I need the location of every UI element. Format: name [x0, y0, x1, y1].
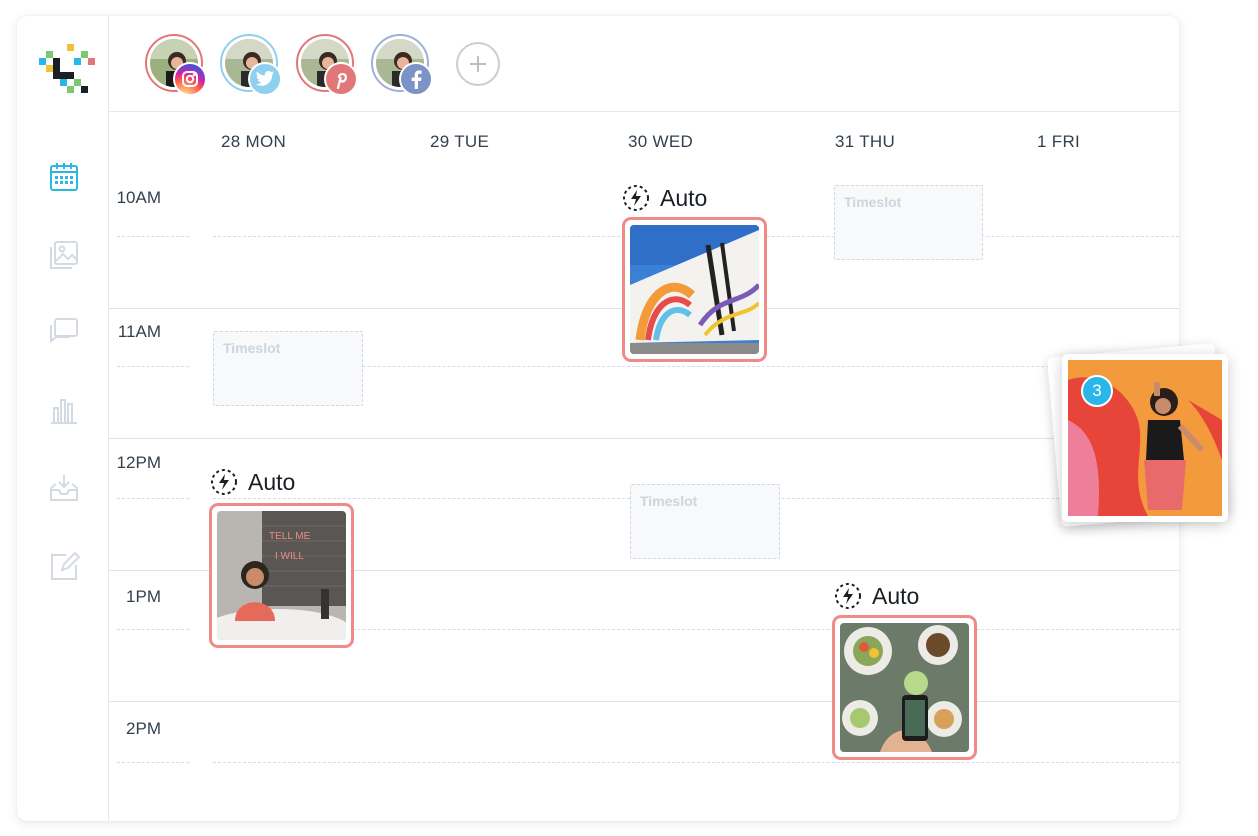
time-label: 10AM: [116, 188, 161, 207]
post-image: [840, 623, 969, 752]
hour-divider: [109, 701, 1179, 702]
twitter-icon: [248, 62, 282, 96]
timeslot-label: Timeslot: [640, 493, 698, 509]
auto-publish-label: Auto: [622, 184, 707, 212]
auto-label: Auto: [248, 468, 296, 495]
svg-text:TELL ME: TELL ME: [269, 531, 311, 542]
half-hour-divider: [117, 236, 189, 237]
post-image: TELL ME I WILL: [217, 511, 346, 640]
dragged-post-stack[interactable]: 3: [1046, 343, 1230, 527]
timeslot[interactable]: Timeslot: [630, 484, 780, 559]
plus-icon: [470, 56, 486, 72]
bar-chart-icon: [51, 399, 77, 424]
auto-label: Auto: [660, 184, 708, 211]
half-hour-divider: [117, 762, 189, 763]
day-header: 30 WED: [628, 132, 694, 151]
sidebar-item-media[interactable]: [47, 238, 81, 272]
account-avatar-twitter[interactable]: [220, 34, 282, 96]
sidebar-item-edit[interactable]: [47, 549, 81, 583]
scheduled-post[interactable]: [832, 615, 977, 760]
half-hour-divider: [213, 762, 1179, 763]
timeslot-label: Timeslot: [223, 340, 281, 356]
time-label: 12PM: [116, 453, 161, 472]
auto-label: Auto: [872, 582, 920, 609]
sidebar-item-inbox[interactable]: [47, 471, 81, 505]
accounts-bar: [109, 16, 1179, 112]
sidebar-item-conversations[interactable]: [47, 315, 81, 349]
day-header: 29 TUE: [430, 132, 490, 151]
day-header: 31 THU: [835, 132, 896, 151]
add-account-button[interactable]: [456, 42, 500, 86]
day-header: 1 FRI: [1037, 132, 1081, 151]
half-hour-divider: [117, 366, 189, 367]
time-label: 1PM: [126, 587, 161, 606]
svg-text:I WILL: I WILL: [275, 551, 304, 562]
account-avatar-pinterest[interactable]: [296, 34, 358, 96]
app-logo: [39, 44, 95, 93]
inbox-icon: [50, 475, 78, 501]
account-avatar-facebook[interactable]: [371, 34, 433, 96]
timeslot[interactable]: Timeslot: [834, 185, 983, 260]
sidebar: [17, 16, 109, 821]
auto-publish-label: Auto: [834, 582, 919, 610]
half-hour-divider: [117, 498, 189, 499]
auto-bolt-icon: [623, 185, 649, 211]
day-header: 28 MON: [221, 132, 287, 151]
sidebar-item-analytics[interactable]: [47, 393, 81, 427]
timeslot[interactable]: Timeslot: [213, 331, 363, 406]
account-avatar-instagram[interactable]: [145, 34, 207, 96]
pinterest-icon: [324, 62, 358, 96]
half-hour-divider: [213, 629, 1179, 630]
edit-icon: [51, 551, 80, 580]
auto-bolt-icon: [211, 469, 237, 495]
calendar-icon: [50, 163, 78, 191]
sidebar-item-calendar[interactable]: [47, 160, 81, 194]
facebook-icon: [399, 62, 433, 96]
hour-divider: [109, 438, 1179, 439]
scheduled-post[interactable]: [622, 217, 767, 362]
post-count-badge: 3: [1081, 375, 1113, 407]
instagram-icon: [173, 62, 207, 96]
chat-icon: [50, 318, 78, 344]
time-label: 11AM: [117, 322, 161, 341]
time-label: 2PM: [126, 719, 161, 738]
image-icon: [50, 241, 78, 269]
post-image: [630, 225, 759, 354]
scheduled-post[interactable]: TELL ME I WILL: [209, 503, 354, 648]
timeslot-label: Timeslot: [844, 194, 902, 210]
calendar-app: 28 MON 29 TUE 30 WED 31 THU 1 FRI 10AM 1…: [17, 16, 1179, 821]
auto-bolt-icon: [835, 583, 861, 609]
auto-publish-label: Auto: [210, 468, 295, 496]
half-hour-divider: [117, 629, 189, 630]
